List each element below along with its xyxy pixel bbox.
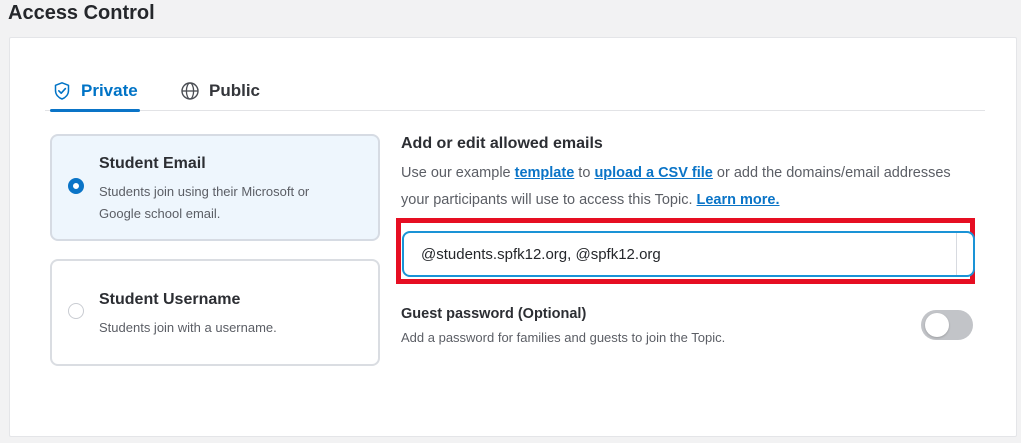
student-username-radio[interactable] — [68, 303, 84, 319]
shield-check-icon — [52, 81, 72, 101]
guest-password-toggle[interactable] — [921, 310, 973, 340]
tab-public-label: Public — [209, 81, 261, 100]
globe-icon — [180, 81, 200, 101]
guest-password-title: Guest password (Optional) — [401, 306, 587, 322]
guest-password-description: Add a password for families and guests t… — [401, 330, 726, 345]
option-student-username[interactable]: Student Username Students join with a us… — [50, 259, 380, 366]
option-title: Student Email — [99, 155, 206, 172]
option-description: Students join using their Microsoft or G… — [99, 184, 310, 221]
tab-bar: Private Public — [45, 81, 985, 112]
option-title: Student Username — [99, 291, 241, 308]
allowed-emails-description: Use our example template to upload a CSV… — [401, 160, 961, 214]
tab-private[interactable]: Private — [50, 81, 140, 112]
option-student-email[interactable]: Student Email Students join using their … — [50, 134, 380, 241]
learn-more-link[interactable]: Learn more. — [697, 192, 780, 208]
input-divider — [956, 233, 957, 275]
page-title: Access Control — [8, 2, 155, 24]
tab-public[interactable]: Public — [180, 81, 260, 110]
template-link[interactable]: template — [515, 165, 575, 181]
access-control-card: Private Public Student Email Students jo… — [9, 37, 1017, 437]
student-email-radio[interactable] — [68, 178, 84, 194]
upload-csv-link[interactable]: upload a CSV file — [594, 165, 712, 181]
desc-text: Use our example — [401, 165, 515, 181]
allowed-emails-input[interactable] — [402, 231, 975, 277]
desc-text: to — [574, 165, 595, 181]
allowed-emails-heading: Add or edit allowed emails — [401, 135, 603, 152]
tab-private-label: Private — [81, 81, 138, 100]
toggle-knob — [925, 313, 949, 337]
option-description: Students join with a username. — [99, 320, 277, 335]
